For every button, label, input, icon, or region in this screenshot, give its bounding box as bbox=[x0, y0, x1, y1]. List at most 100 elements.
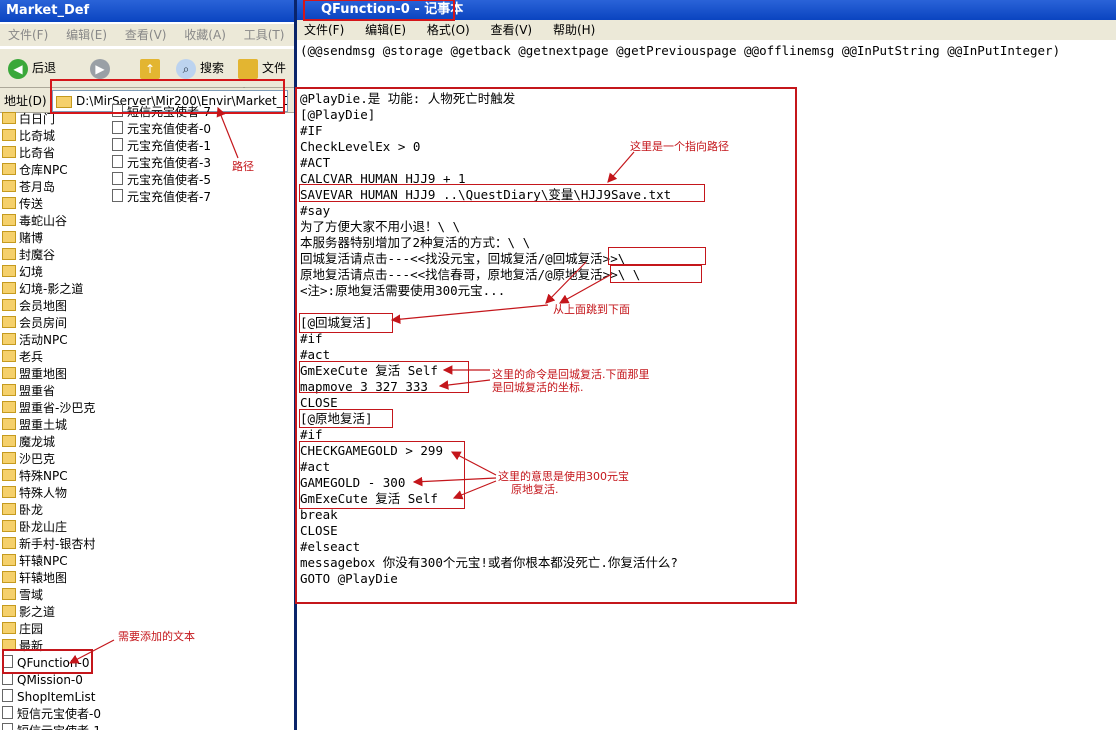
forward-button[interactable]: ▶ bbox=[90, 55, 114, 81]
folder-item[interactable]: 毒蛇山谷 bbox=[2, 213, 67, 230]
folder-item[interactable]: 盟重省 bbox=[2, 383, 55, 400]
np-menu-format[interactable]: 格式(O) bbox=[427, 23, 470, 37]
folder-item[interactable]: 白日门 bbox=[2, 111, 55, 128]
text-line: (@@sendmsg @storage @getback @getnextpag… bbox=[300, 43, 1061, 58]
search-button[interactable]: ⌕ 搜索 bbox=[176, 55, 224, 81]
folder-item[interactable]: 比奇省 bbox=[2, 145, 55, 162]
annotation-jump-down: 从上面跳到下面 bbox=[553, 303, 630, 316]
folder-item[interactable]: 庄园 bbox=[2, 621, 43, 638]
np-menu-view[interactable]: 查看(V) bbox=[491, 23, 533, 37]
annotation-back-city-1: 这里的命令是回城复活.下面那里 bbox=[492, 368, 650, 381]
menu-tools[interactable]: 工具(T) bbox=[244, 28, 285, 42]
annotation-path: 路径 bbox=[232, 160, 254, 173]
folder-item[interactable]: 幻境-影之道 bbox=[2, 281, 83, 298]
folder-item[interactable]: 盟重土城 bbox=[2, 417, 67, 434]
folder-icon bbox=[2, 588, 16, 600]
text-file-icon bbox=[112, 121, 123, 134]
script-highlight-box bbox=[295, 87, 797, 604]
folder-item[interactable]: 沙巴克 bbox=[2, 451, 55, 468]
text-file-icon bbox=[112, 138, 123, 151]
folder-icon bbox=[2, 503, 16, 515]
folder-item[interactable]: 魔龙城 bbox=[2, 434, 55, 451]
explorer-menu-bar: 文件(F) 编辑(E) 查看(V) 收藏(A) 工具(T) bbox=[0, 24, 294, 46]
folder-item[interactable]: 特殊NPC bbox=[2, 468, 68, 485]
folder-icon bbox=[2, 520, 16, 532]
folder-item[interactable]: 轩辕NPC bbox=[2, 553, 68, 570]
file-item[interactable]: 短信元宝使者-0 bbox=[2, 706, 101, 723]
folder-icon bbox=[2, 265, 16, 277]
folder-icon bbox=[2, 401, 16, 413]
folder-item[interactable]: 封魔谷 bbox=[2, 247, 55, 264]
file-item[interactable]: 短信元宝使者-1 bbox=[2, 723, 101, 730]
back-city-link-box bbox=[608, 247, 706, 265]
file-item[interactable]: QMission-0 bbox=[2, 672, 83, 689]
savevar-highlight-box bbox=[299, 184, 705, 202]
back-city-commands-box bbox=[299, 361, 469, 393]
folder-item[interactable]: 卧龙山庄 bbox=[2, 519, 67, 536]
file-item[interactable]: 元宝充值使者-7 bbox=[112, 189, 211, 206]
menu-view[interactable]: 查看(V) bbox=[125, 28, 167, 42]
file-item[interactable]: 元宝充值使者-5 bbox=[112, 172, 211, 189]
folder-item[interactable]: 特殊人物 bbox=[2, 485, 67, 502]
folder-item[interactable]: 赌博 bbox=[2, 230, 43, 247]
menu-edit[interactable]: 编辑(E) bbox=[66, 28, 107, 42]
up-folder-button[interactable]: ↑ bbox=[140, 55, 164, 81]
text-file-icon bbox=[112, 172, 123, 185]
file-item[interactable]: 元宝充值使者-3 bbox=[112, 155, 211, 172]
title-highlight-box bbox=[303, 0, 455, 21]
np-menu-file[interactable]: 文件(F) bbox=[304, 23, 344, 37]
folder-item[interactable]: 比奇城 bbox=[2, 128, 55, 145]
address-highlight-box bbox=[50, 79, 285, 114]
np-menu-help[interactable]: 帮助(H) bbox=[553, 23, 595, 37]
back-city-label-box bbox=[299, 313, 393, 333]
folder-item[interactable]: 会员房间 bbox=[2, 315, 67, 332]
folder-icon bbox=[2, 333, 16, 345]
file-item[interactable]: ShopItemList bbox=[2, 689, 95, 706]
folder-item[interactable]: 会员地图 bbox=[2, 298, 67, 315]
back-button[interactable]: ◀ 后退 bbox=[8, 55, 56, 81]
folder-item[interactable]: 幻境 bbox=[2, 264, 43, 281]
folder-icon bbox=[2, 299, 16, 311]
folder-icon bbox=[2, 248, 16, 260]
annotation-back-city-2: 是回城复活的坐标. bbox=[492, 381, 584, 394]
file-item[interactable]: 元宝充值使者-1 bbox=[112, 138, 211, 155]
folder-icon bbox=[2, 554, 16, 566]
folder-icon bbox=[2, 231, 16, 243]
file-item[interactable]: 元宝充值使者-0 bbox=[112, 121, 211, 138]
menu-favorites[interactable]: 收藏(A) bbox=[184, 28, 226, 42]
folder-icon bbox=[2, 129, 16, 141]
folder-icon bbox=[2, 622, 16, 634]
text-file-icon bbox=[112, 189, 123, 202]
folder-item[interactable]: 轩辕地图 bbox=[2, 570, 67, 587]
annotation-inplace-2: 原地复活. bbox=[511, 483, 559, 496]
folder-icon bbox=[2, 214, 16, 226]
qfunction-highlight-box bbox=[2, 649, 93, 674]
folder-icon bbox=[2, 571, 16, 583]
text-file-icon bbox=[112, 155, 123, 168]
folder-item[interactable]: 苍月岛 bbox=[2, 179, 55, 196]
search-icon: ⌕ bbox=[176, 58, 196, 79]
folders-button[interactable]: 文件夹 bbox=[238, 55, 294, 101]
np-menu-edit[interactable]: 编辑(E) bbox=[365, 23, 406, 37]
folder-icon bbox=[2, 605, 16, 617]
annotation-inplace-1: 这里的意思是使用300元宝 bbox=[498, 470, 629, 483]
folder-item[interactable]: 影之道 bbox=[2, 604, 55, 621]
address-label: 地址(D) bbox=[4, 94, 47, 108]
folder-item[interactable]: 盟重地图 bbox=[2, 366, 67, 383]
text-file-icon bbox=[2, 723, 13, 730]
folder-item[interactable]: 新手村-银杏村 bbox=[2, 536, 95, 553]
folder-item[interactable]: 老兵 bbox=[2, 349, 43, 366]
folder-item[interactable]: 仓库NPC bbox=[2, 162, 68, 179]
folder-icon bbox=[2, 384, 16, 396]
folder-item[interactable]: 雪域 bbox=[2, 587, 43, 604]
folder-icon bbox=[2, 435, 16, 447]
folder-item[interactable]: 传送 bbox=[2, 196, 43, 213]
folder-item[interactable]: 盟重省-沙巴克 bbox=[2, 400, 95, 417]
menu-file[interactable]: 文件(F) bbox=[8, 28, 48, 42]
up-folder-icon: ↑ bbox=[140, 58, 160, 79]
folder-icon bbox=[2, 452, 16, 464]
inplace-commands-box bbox=[299, 441, 465, 509]
folder-item[interactable]: 活动NPC bbox=[2, 332, 68, 349]
folder-item[interactable]: 卧龙 bbox=[2, 502, 43, 519]
inplace-link-box bbox=[610, 265, 702, 283]
